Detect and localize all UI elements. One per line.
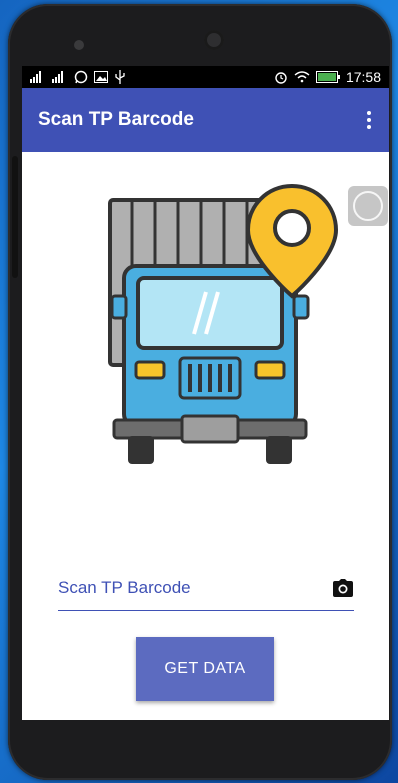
bumper-and-wheels [112, 414, 308, 464]
truck-illustration [108, 184, 339, 464]
app-bar: Scan TP Barcode [22, 88, 389, 152]
proximity-sensor [74, 40, 84, 50]
scan-camera-button[interactable] [332, 577, 354, 599]
app-screen: 17:58 Scan TP Barcode Scan TP Barcode GE… [22, 66, 389, 720]
alarm-icon [274, 70, 288, 84]
barcode-input-row [58, 566, 354, 611]
signal-2-icon [52, 71, 68, 83]
front-camera [204, 30, 224, 50]
get-data-button[interactable]: GET DATA [136, 637, 274, 701]
camera-icon [333, 579, 353, 597]
signal-1-icon [30, 71, 46, 83]
truck-cab [110, 264, 310, 428]
clock: 17:58 [345, 69, 381, 85]
more-vert-icon [367, 111, 371, 115]
volume-button [12, 156, 18, 278]
assistive-touch-button[interactable] [348, 186, 388, 226]
wifi-icon [294, 71, 310, 83]
usb-icon [114, 70, 126, 84]
whatsapp-icon [74, 70, 88, 84]
gallery-icon [94, 71, 108, 83]
barcode-input[interactable] [58, 578, 308, 598]
page-title: Scan TP Barcode [38, 109, 194, 130]
circle-icon [353, 191, 383, 221]
status-bar: 17:58 [22, 66, 389, 88]
battery-icon [315, 71, 340, 83]
overflow-menu-button[interactable] [365, 105, 373, 135]
